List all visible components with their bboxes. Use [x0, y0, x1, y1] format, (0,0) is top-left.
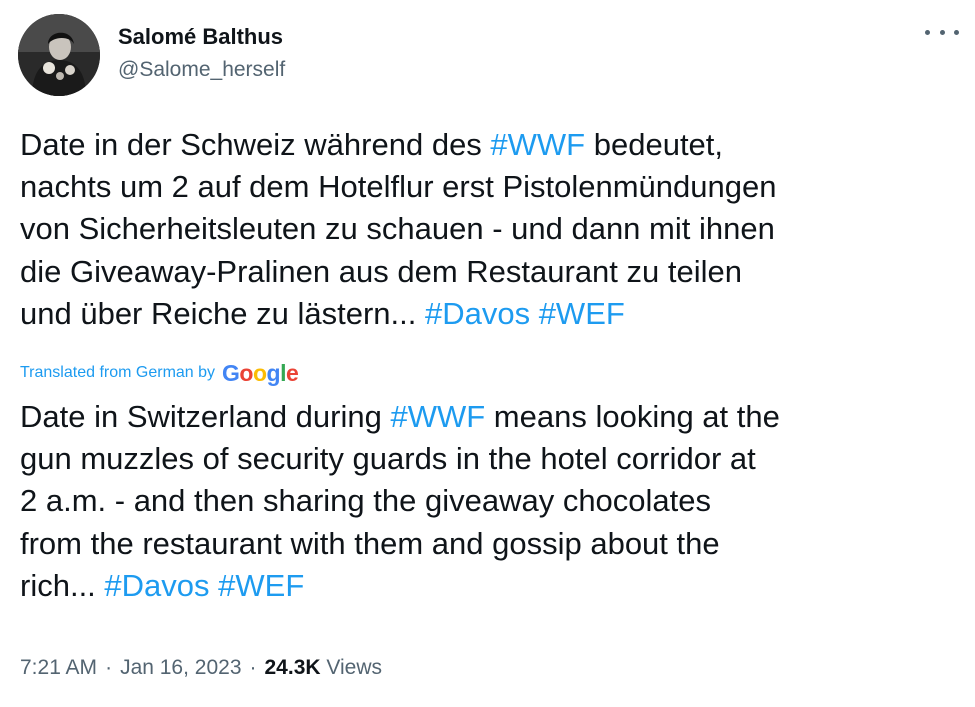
dot	[925, 29, 930, 35]
tweet-text-span	[210, 568, 219, 603]
profile-photo	[18, 14, 100, 96]
tweet-text-span: bedeutet,	[585, 127, 724, 162]
tweet-line: nachts um 2 auf dem Hotelflur erst Pisto…	[20, 166, 965, 208]
tweet-text-span	[530, 296, 539, 331]
tweet-text-span: die Giveaway-Pralinen aus dem Restaurant…	[20, 253, 742, 289]
tweet-line: rich... #Davos #WEF	[20, 565, 965, 607]
tweet-card: Salomé Balthus @Salome_herself Date in d…	[0, 0, 975, 707]
tweet-text-span: rich...	[20, 567, 105, 603]
tweet-text-span: from the restaurant with them and gossip…	[20, 525, 720, 561]
views-label[interactable]: Views	[326, 656, 382, 679]
tweet-line: Date in Switzerland during #WWF means lo…	[20, 396, 965, 438]
tweet-text-span: Date in der Schweiz während des	[20, 127, 491, 162]
tweet-line: 2 a.m. - and then sharing the giveaway c…	[20, 480, 965, 522]
tweet-text-span: von Sicherheitsleuten zu schauen - und d…	[20, 211, 775, 247]
tweet-text-span: Date in Switzerland during	[20, 399, 391, 434]
translation-attribution: Translated from German by Google	[20, 358, 299, 388]
google-logo: Google	[222, 359, 299, 386]
tweet-text-span: means looking at the	[485, 399, 780, 434]
hashtag-link[interactable]: #WWF	[390, 399, 485, 434]
more-horizontal-icon[interactable]	[925, 20, 959, 44]
hashtag-link[interactable]: #WEF	[218, 568, 304, 603]
tweet-text-span: nachts um 2 auf dem Hotelflur erst Pisto…	[20, 169, 777, 205]
tweet-line: von Sicherheitsleuten zu schauen - und d…	[20, 208, 965, 250]
dot	[939, 29, 945, 35]
hashtag-link[interactable]: #WEF	[539, 296, 625, 331]
meta-separator: ·	[249, 656, 257, 679]
meta-separator: ·	[105, 656, 113, 679]
tweet-line: Date in der Schweiz während des #WWF bed…	[20, 124, 965, 166]
dot	[954, 29, 959, 35]
tweet-text-original: Date in der Schweiz während des #WWF bed…	[20, 124, 965, 335]
tweet-date[interactable]: Jan 16, 2023	[120, 656, 241, 679]
tweet-text-span: und über Reiche zu lästern...	[20, 295, 425, 331]
tweet-text-translated: Date in Switzerland during #WWF means lo…	[20, 396, 965, 607]
translated-from-label[interactable]: Translated from German by	[20, 364, 215, 382]
views-count[interactable]: 24.3K	[265, 656, 321, 679]
tweet-line: from the restaurant with them and gossip…	[20, 523, 965, 565]
author-handle[interactable]: @Salome_herself	[118, 58, 285, 82]
tweet-text-span: gun muzzles of security guards in the ho…	[20, 441, 756, 477]
hashtag-link[interactable]: #Davos	[104, 568, 209, 603]
author-name[interactable]: Salomé Balthus	[118, 24, 283, 50]
hashtag-link[interactable]: #WWF	[490, 127, 585, 162]
tweet-meta: 7:21 AM · Jan 16, 2023 · 24.3K Views	[20, 656, 382, 680]
hashtag-link[interactable]: #Davos	[425, 296, 530, 331]
tweet-time[interactable]: 7:21 AM	[20, 656, 97, 679]
tweet-line: gun muzzles of security guards in the ho…	[20, 438, 965, 480]
tweet-line: die Giveaway-Pralinen aus dem Restaurant…	[20, 251, 965, 293]
tweet-line: und über Reiche zu lästern... #Davos #WE…	[20, 293, 965, 335]
avatar[interactable]	[18, 14, 100, 96]
tweet-text-span: 2 a.m. - and then sharing the giveaway c…	[20, 483, 712, 519]
